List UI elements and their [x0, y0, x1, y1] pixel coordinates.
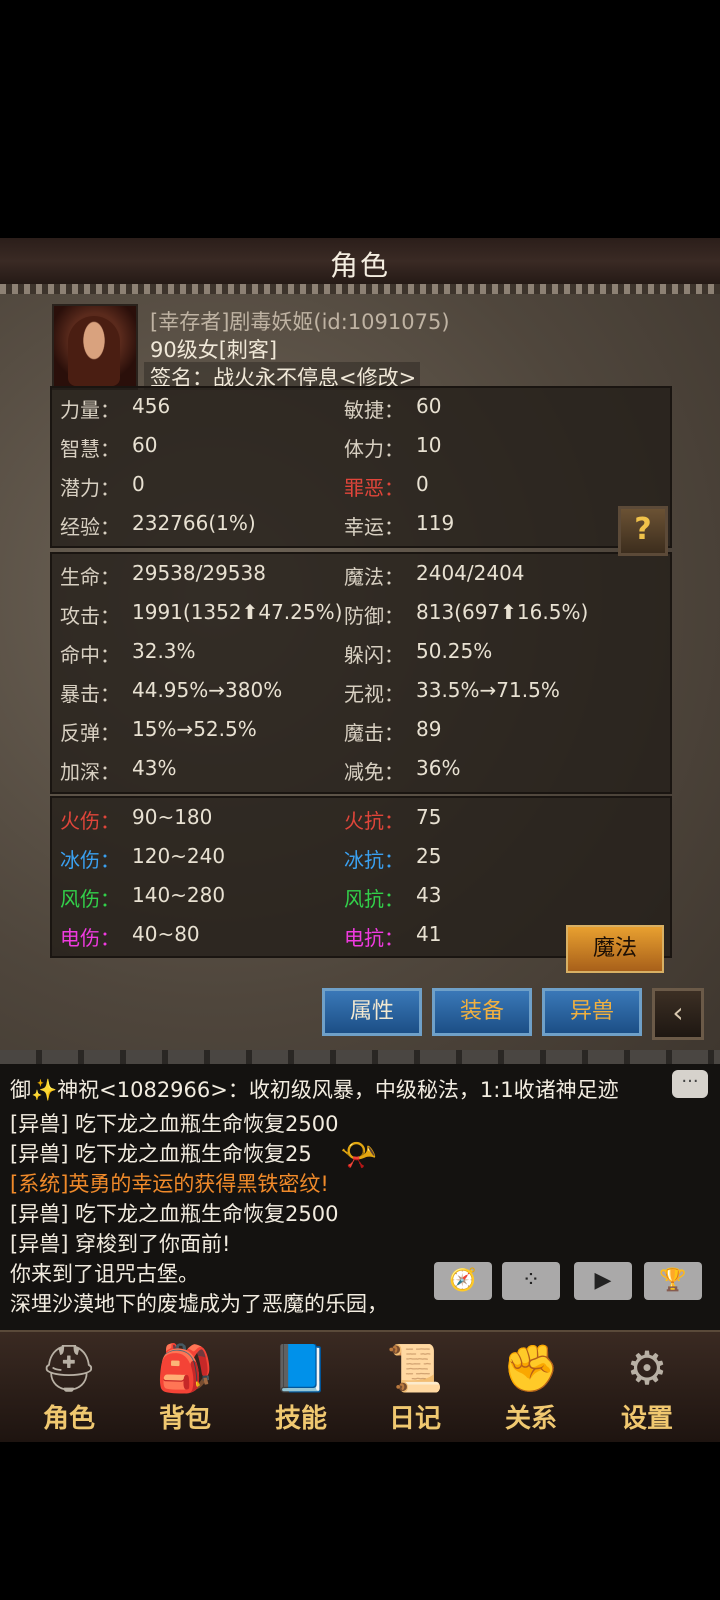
- chat-line: [异兽] 吃下龙之血瓶生命恢复2500: [10, 1112, 339, 1136]
- gauntlet-icon: ✊: [502, 1341, 560, 1395]
- stat-row: 火伤： 90~180: [60, 805, 213, 833]
- nav-backpack[interactable]: 🎒 背包: [130, 1330, 240, 1440]
- stat-row: 敏捷： 60: [344, 394, 442, 422]
- stat-row: 攻击： 1991(1352⬆47.25%): [60, 600, 343, 628]
- chat-bubble-icon[interactable]: ···: [672, 1070, 708, 1098]
- stat-row: 力量： 456: [60, 394, 171, 422]
- stat-row: 反弹： 15%→52.5%: [60, 717, 257, 745]
- stat-row: 风抗： 43: [344, 883, 442, 911]
- page-title: 角色: [329, 249, 390, 282]
- chat-divider: [0, 1050, 720, 1064]
- tab-beast[interactable]: 异兽: [542, 988, 642, 1036]
- chat-line: [异兽] 穿梭到了你面前!: [10, 1232, 231, 1256]
- chat-line: [系统]英勇的幸运的获得黑铁密纹!: [10, 1172, 329, 1196]
- compass-icon[interactable]: 🧭: [434, 1262, 492, 1300]
- stat-row: 防御： 813(697⬆16.5%): [344, 600, 589, 628]
- nav-settings[interactable]: ⚙ 设置: [592, 1330, 702, 1440]
- stat-row: 命中： 32.3%: [60, 639, 196, 667]
- chat-line: 御✨神祝<1082966>：收初级风暴，中级秘法，1:1收诸神足迹: [10, 1078, 619, 1102]
- horn-icon[interactable]: 📯: [340, 1138, 377, 1173]
- scroll-icon: 📜: [386, 1341, 444, 1395]
- stat-row: 风伤： 140~280: [60, 883, 226, 911]
- title-bar: 角色: [0, 238, 720, 287]
- tab-equipment[interactable]: 装备: [432, 988, 532, 1036]
- stat-row: 暴击： 44.95%→380%: [60, 678, 283, 706]
- stat-row: 躲闪： 50.25%: [344, 639, 493, 667]
- stat-row: 电抗： 41: [344, 922, 442, 950]
- chat-line: 你来到了诅咒古堡。: [10, 1262, 199, 1286]
- avatar: [52, 304, 138, 390]
- gear-icon: ⚙: [626, 1341, 668, 1395]
- stat-row: 电伤： 40~80: [60, 922, 200, 950]
- stat-row: 冰抗： 25: [344, 844, 442, 872]
- chat-line: [异兽] 吃下龙之血瓶生命恢复25: [10, 1142, 312, 1166]
- nav-diary[interactable]: 📜 日记: [360, 1330, 470, 1440]
- stat-row: 体力： 10: [344, 433, 442, 461]
- stat-row: 罪恶： 0: [344, 472, 429, 500]
- title-border: [0, 284, 720, 294]
- stat-row: 魔击： 89: [344, 717, 442, 745]
- back-button[interactable]: ‹: [652, 988, 704, 1040]
- trophy-icon[interactable]: 🏆: [644, 1262, 702, 1300]
- tab-attributes[interactable]: 属性: [322, 988, 422, 1036]
- nav-skills[interactable]: 📘 技能: [246, 1330, 356, 1440]
- help-button[interactable]: ?: [618, 506, 668, 556]
- stat-row: 无视： 33.5%→71.5%: [344, 678, 560, 706]
- stat-row: 生命： 29538/29538: [60, 561, 266, 589]
- play-icon[interactable]: ▶: [574, 1262, 632, 1300]
- backpack-icon: 🎒: [156, 1341, 214, 1395]
- character-name: [幸存者]剧毒妖姬(id:1091075): [150, 310, 450, 334]
- skillbook-icon: 📘: [272, 1341, 330, 1395]
- stat-row: 减免： 36%: [344, 756, 461, 784]
- stat-row: 冰伤： 120~240: [60, 844, 226, 872]
- stat-row: 火抗： 75: [344, 805, 442, 833]
- stat-row: 潜力： 0: [60, 472, 145, 500]
- magic-button[interactable]: 魔法: [566, 925, 664, 973]
- nav-character[interactable]: ⛑ 角色: [14, 1330, 124, 1440]
- stat-row: 魔法： 2404/2404: [344, 561, 525, 589]
- stat-row: 加深： 43%: [60, 756, 177, 784]
- gamepad-icon[interactable]: ⁘: [502, 1262, 560, 1300]
- stat-row: 智慧： 60: [60, 433, 158, 461]
- helmet-icon: ⛑: [39, 1341, 99, 1395]
- stat-row: 幸运： 119: [344, 511, 455, 539]
- stat-row: 经验： 232766(1%): [60, 511, 256, 539]
- character-level-class: 90级女[刺客]: [150, 338, 278, 362]
- nav-relations[interactable]: ✊ 关系: [476, 1330, 586, 1440]
- chat-line: [异兽] 吃下龙之血瓶生命恢复2500: [10, 1202, 339, 1226]
- chat-line: 深埋沙漠地下的废墟成为了恶魔的乐园，: [10, 1292, 388, 1316]
